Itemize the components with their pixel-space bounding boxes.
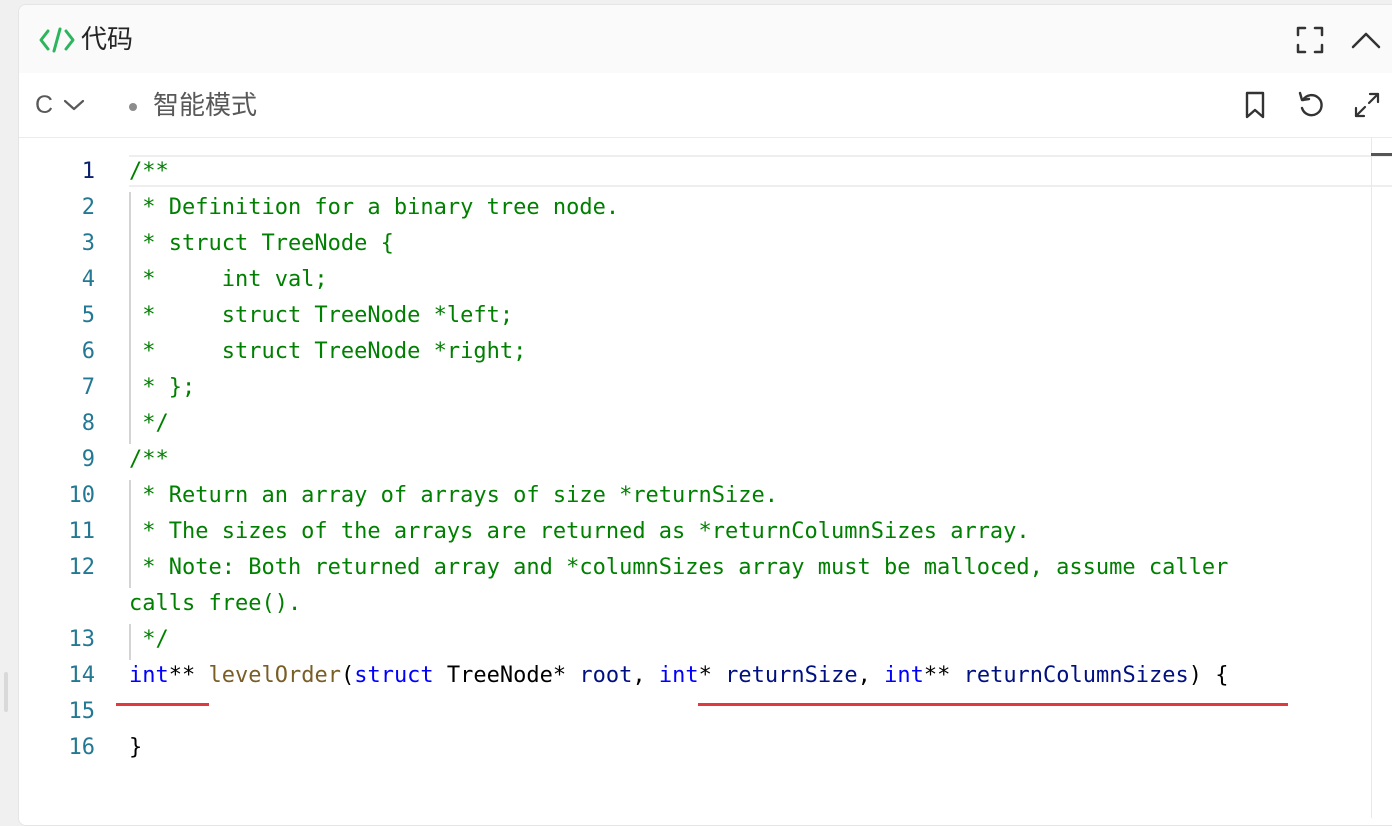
fullscreen-icon[interactable] bbox=[1351, 89, 1383, 121]
code-line[interactable]: * Note: Both returned array and *columnS… bbox=[129, 550, 1228, 586]
language-label: C bbox=[35, 90, 54, 119]
code-panel: 代码 C 智能模式 1 2 3 4 5 6 7 8 9 10 11 12 13 … bbox=[18, 4, 1392, 826]
token-punct: * bbox=[698, 663, 726, 688]
token-keyword: int bbox=[884, 663, 924, 688]
code-line-signature[interactable]: int** levelOrder(struct TreeNode* root, … bbox=[129, 658, 1229, 694]
mode-dot-icon bbox=[129, 103, 137, 111]
code-line[interactable]: /** bbox=[129, 154, 169, 190]
token-keyword: struct bbox=[354, 663, 434, 688]
resize-handle[interactable] bbox=[4, 672, 8, 712]
code-line[interactable]: } bbox=[129, 730, 142, 766]
token-param: returnSize bbox=[725, 663, 858, 688]
token-param: root bbox=[579, 663, 633, 688]
annotation-underline bbox=[698, 703, 1288, 706]
line-number: 10 bbox=[68, 483, 96, 508]
code-line[interactable]: * The sizes of the arrays are returned a… bbox=[129, 514, 1029, 550]
code-icon bbox=[39, 27, 75, 53]
line-number: 13 bbox=[68, 627, 96, 652]
line-number: 2 bbox=[81, 195, 95, 220]
token-punct: ) { bbox=[1188, 663, 1229, 688]
line-number: 5 bbox=[81, 303, 95, 328]
chevron-down-icon bbox=[63, 99, 85, 111]
token-punct: ** bbox=[923, 663, 964, 688]
code-line[interactable]: * struct TreeNode *right; bbox=[129, 334, 526, 370]
token-type: TreeNode* bbox=[433, 663, 580, 688]
code-line[interactable]: * }; bbox=[129, 370, 195, 406]
code-line[interactable]: */ bbox=[129, 406, 169, 442]
bookmark-icon[interactable] bbox=[1239, 89, 1271, 121]
code-editor[interactable]: 1 2 3 4 5 6 7 8 9 10 11 12 13 14 15 16 /… bbox=[19, 138, 1392, 825]
mode-label[interactable]: 智能模式 bbox=[153, 89, 257, 123]
code-line[interactable]: * Return an array of arrays of size *ret… bbox=[129, 478, 778, 514]
line-number: 7 bbox=[81, 375, 95, 400]
token-keyword: int bbox=[129, 663, 169, 688]
panel-title: 代码 bbox=[81, 25, 134, 55]
line-number: 16 bbox=[68, 735, 96, 760]
token-keyword: int bbox=[658, 663, 699, 688]
line-number: 12 bbox=[68, 555, 96, 580]
token-punct: , bbox=[857, 663, 885, 688]
token-param: returnColumnSizes bbox=[963, 663, 1189, 688]
line-number: 4 bbox=[81, 267, 95, 292]
line-number: 11 bbox=[68, 519, 96, 544]
line-number: 9 bbox=[81, 447, 95, 472]
language-select[interactable]: C bbox=[35, 87, 85, 123]
code-line[interactable]: * struct TreeNode { bbox=[129, 226, 394, 262]
code-line[interactable]: * struct TreeNode *left; bbox=[129, 298, 513, 334]
editor-toolbar: C 智能模式 bbox=[19, 73, 1392, 138]
reset-icon[interactable] bbox=[1295, 89, 1327, 121]
token-function: levelOrder bbox=[208, 663, 341, 688]
line-number: 3 bbox=[81, 231, 95, 256]
token-punct: ( bbox=[340, 663, 355, 688]
code-line[interactable]: /** bbox=[129, 442, 169, 478]
code-line[interactable]: */ bbox=[129, 622, 169, 658]
line-number: 14 bbox=[68, 663, 96, 688]
line-number: 8 bbox=[81, 411, 95, 436]
current-line-highlight bbox=[129, 155, 1392, 187]
line-number: 1 bbox=[81, 159, 95, 184]
code-line-wrapped[interactable]: calls free(). bbox=[129, 586, 301, 622]
panel-header: 代码 bbox=[19, 5, 1392, 73]
scrollbar-track[interactable] bbox=[1371, 138, 1372, 818]
annotation-underline bbox=[116, 703, 209, 706]
scrollbar-thumb[interactable] bbox=[1371, 153, 1392, 156]
code-line[interactable]: * int val; bbox=[129, 262, 327, 298]
collapse-up-icon[interactable] bbox=[1349, 25, 1383, 55]
token-punct: ** bbox=[168, 663, 209, 688]
line-number: 15 bbox=[68, 699, 96, 724]
code-line[interactable]: * Definition for a binary tree node. bbox=[129, 190, 619, 226]
line-number: 6 bbox=[81, 339, 95, 364]
token-punct: , bbox=[632, 663, 659, 688]
expand-icon[interactable] bbox=[1295, 25, 1325, 55]
